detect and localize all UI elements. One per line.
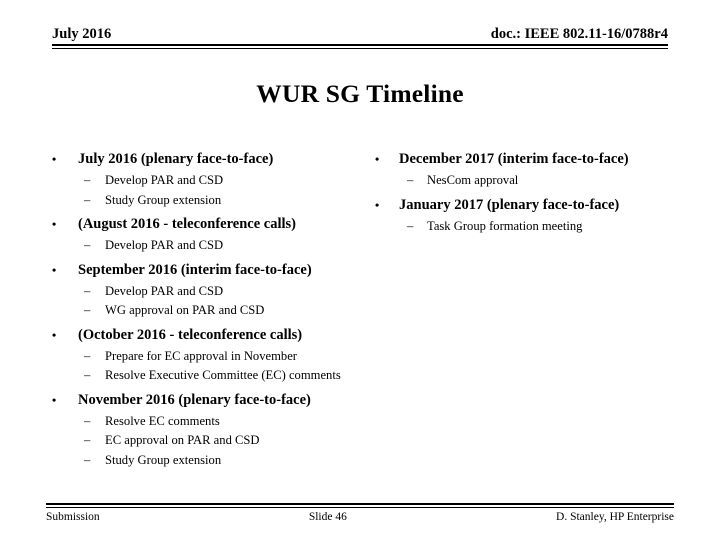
timeline-sub-item: – WG approval on PAR and CSD <box>46 301 366 321</box>
bullet-icon: • <box>52 152 57 166</box>
header-row: July 2016 doc.: IEEE 802.11-16/0788r4 <box>52 26 668 43</box>
dash-icon: – <box>84 238 91 252</box>
timeline-milestone-heading: • July 2016 (plenary face-to-face) <box>46 150 366 169</box>
sub-item-label: Study Group extension <box>105 192 222 207</box>
sub-item-label: NesCom approval <box>427 173 519 187</box>
footer-row: Submission Slide 46 D. Stanley, HP Enter… <box>46 510 674 525</box>
bullet-icon: • <box>375 197 380 212</box>
timeline-milestone-heading: • January 2017 (plenary face-to-face) <box>369 196 689 215</box>
dash-icon: – <box>84 303 91 317</box>
milestone-label: January 2017 (plenary face-to-face) <box>399 196 620 213</box>
sub-item-label: WG approval on PAR and CSD <box>105 303 265 317</box>
sub-item-label: Prepare for EC approval in November <box>105 348 297 363</box>
milestone-label: September 2016 (interim face-to-face) <box>78 261 312 278</box>
footer-author: D. Stanley, HP Enterprise <box>556 510 674 523</box>
timeline-column-right: • December 2017 (interim face-to-face) – Ne… <box>369 150 689 238</box>
timeline-milestone-heading: • (October 2016 - teleconference calls) <box>46 326 366 345</box>
header-doc-number: doc.: IEEE 802.11-16/0788r4 <box>490 26 668 42</box>
timeline-sub-item: – Resolve Executive Committee (EC) commen… <box>46 366 366 386</box>
timeline-group: • July 2016 (plenary face-to-face) – Develo… <box>46 150 366 210</box>
milestone-label: (August 2016 - teleconference calls) <box>78 216 296 232</box>
slide-footer: Submission Slide 46 D. Stanley, HP Enter… <box>46 503 674 525</box>
milestone-label: (October 2016 - teleconference calls) <box>78 326 303 343</box>
sub-item-label: Develop PAR and CSD <box>105 238 224 252</box>
milestone-label: July 2016 (plenary face-to-face) <box>78 151 274 167</box>
bullet-icon: • <box>375 152 380 166</box>
sub-item-label: Resolve Executive Committee (EC) comment… <box>105 368 341 382</box>
timeline-milestone-heading: • November 2016 (plenary face-to-face) <box>46 391 366 410</box>
dash-icon: – <box>84 433 91 447</box>
timeline-milestone-heading: • (August 2016 - teleconference calls) <box>46 215 366 234</box>
dash-icon: – <box>84 173 91 187</box>
timeline-sub-item: – Develop PAR and CSD <box>46 282 366 302</box>
bullet-icon: • <box>52 327 57 342</box>
footer-submission-label: Submission <box>46 510 100 523</box>
footer-divider <box>46 503 674 508</box>
dash-icon: – <box>84 348 91 363</box>
dash-icon: – <box>84 452 91 467</box>
bullet-icon: • <box>52 217 57 231</box>
timeline-group: • (October 2016 - teleconference calls) – P… <box>46 326 366 386</box>
milestone-label: December 2017 (interim face-to-face) <box>399 151 629 167</box>
dash-icon: – <box>407 173 414 187</box>
timeline-group: • November 2016 (plenary face-to-face) – Re… <box>46 391 366 471</box>
timeline-column-left: • July 2016 (plenary face-to-face) – Develo… <box>46 150 366 472</box>
dash-icon: – <box>407 218 414 233</box>
timeline-milestone-heading: • September 2016 (interim face-to-face) <box>46 261 366 280</box>
timeline-sub-item: – Resolve EC comments <box>46 412 366 432</box>
timeline-sub-item: – Study Group extension <box>46 191 366 211</box>
timeline-sub-item: – Task Group formation meeting <box>369 217 689 237</box>
header-divider <box>52 44 668 49</box>
timeline-group: • September 2016 (interim face-to-face) – D… <box>46 261 366 321</box>
footer-slide-number: Slide 46 <box>308 510 347 523</box>
slide-body: • July 2016 (plenary face-to-face) – Develo… <box>0 150 720 490</box>
timeline-group: • (August 2016 - teleconference calls) – De… <box>46 215 366 256</box>
timeline-sub-item: – EC approval on PAR and CSD <box>46 431 366 451</box>
timeline-group: • January 2017 (plenary face-to-face) – Tas… <box>369 196 689 237</box>
header-date: July 2016 <box>52 26 112 42</box>
timeline-milestone-heading: • December 2017 (interim face-to-face) <box>369 150 689 169</box>
timeline-sub-item: – Develop PAR and CSD <box>46 171 366 191</box>
bullet-icon: • <box>52 392 57 407</box>
timeline-group: • December 2017 (interim face-to-face) – Ne… <box>369 150 689 191</box>
sub-item-label: Resolve EC comments <box>105 413 220 428</box>
timeline-sub-item: – Study Group extension <box>46 451 366 471</box>
sub-item-label: EC approval on PAR and CSD <box>105 433 260 447</box>
sub-item-label: Develop PAR and CSD <box>105 173 224 187</box>
slide-title: WUR SG Timeline <box>256 79 464 108</box>
dash-icon: – <box>84 192 91 207</box>
slide-header: July 2016 doc.: IEEE 802.11-16/0788r4 <box>52 26 668 50</box>
sub-item-label: Task Group formation meeting <box>427 218 583 233</box>
milestone-label: November 2016 (plenary face-to-face) <box>78 391 311 408</box>
timeline-sub-item: – NesCom approval <box>369 171 689 191</box>
bullet-icon: • <box>52 262 57 277</box>
timeline-sub-item: – Prepare for EC approval in November <box>46 347 366 367</box>
dash-icon: – <box>84 283 91 298</box>
timeline-sub-item: – Develop PAR and CSD <box>46 236 366 256</box>
sub-item-label: Develop PAR and CSD <box>105 283 224 298</box>
dash-icon: – <box>84 413 91 428</box>
dash-icon: – <box>84 368 91 382</box>
sub-item-label: Study Group extension <box>105 452 222 467</box>
